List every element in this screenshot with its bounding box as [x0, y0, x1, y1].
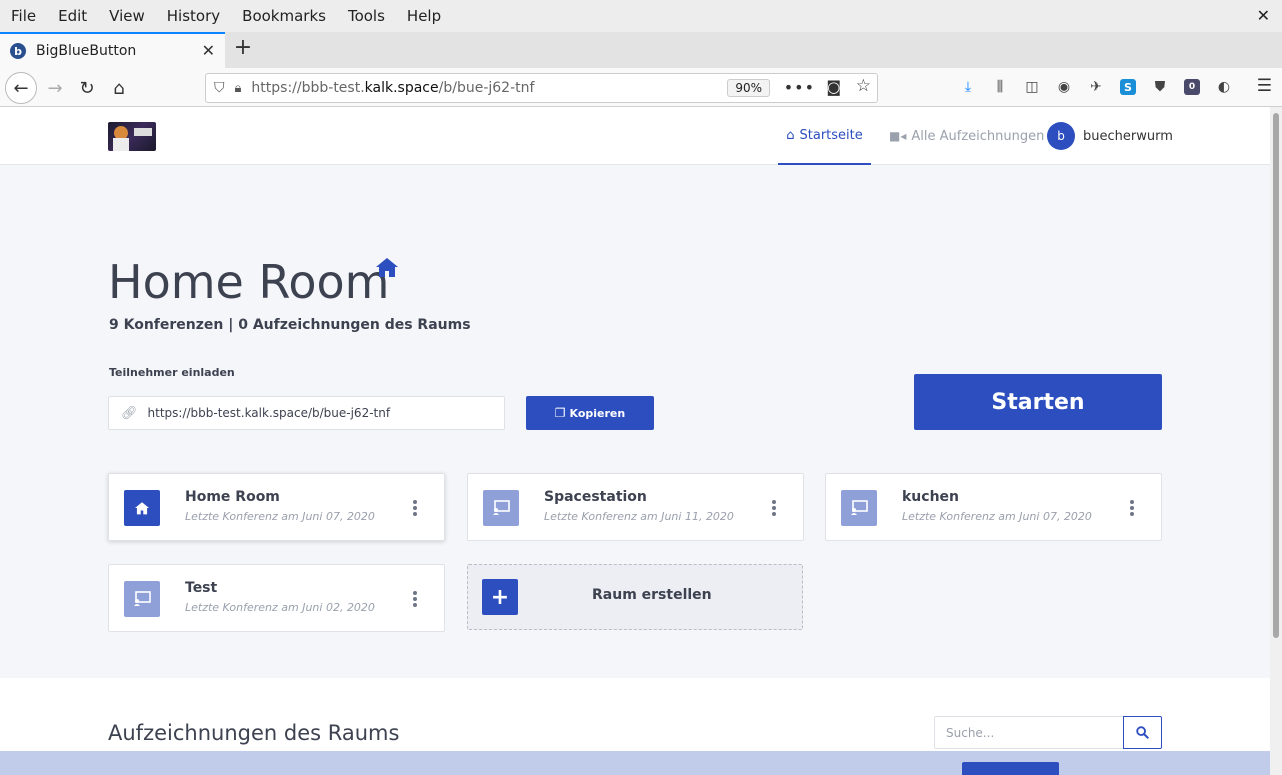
user-menu[interactable]: b buecherwurm — [1047, 122, 1173, 150]
presentation-icon — [841, 490, 877, 526]
more-options-icon[interactable] — [772, 500, 776, 516]
more-options-icon[interactable] — [413, 591, 417, 607]
reload-icon[interactable]: ↻ — [72, 73, 102, 103]
create-room-label: Raum erstellen — [592, 587, 712, 603]
copy-icon: ❐ — [554, 406, 566, 420]
link-icon: 🔗︎ — [121, 405, 138, 421]
new-tab-icon[interactable]: + — [230, 36, 256, 62]
pocket-icon[interactable]: ◙ — [826, 78, 841, 96]
cookie-accept-button[interactable] — [962, 762, 1059, 775]
start-button[interactable]: Starten — [914, 374, 1162, 430]
notification-extension-icon[interactable]: 0 — [1176, 76, 1208, 98]
room-card-spacestation[interactable]: Spacestation Letzte Konferenz am Juni 11… — [467, 473, 804, 541]
room-stats: 9 Konferenzen | 0 Aufzeichnungen des Rau… — [109, 317, 471, 333]
navigation-toolbar: ← → ↻ ⌂ ⛉ 🔒︎ https://bbb-test.kalk.space… — [0, 68, 1282, 107]
room-card-test[interactable]: Test Letzte Konferenz am Juni 02, 2020 — [108, 564, 445, 632]
nav-startseite[interactable]: ⌂ Startseite — [778, 107, 871, 165]
nav-all-recordings[interactable]: ■◂ Alle Aufzeichnungen — [889, 107, 1044, 165]
library-icon[interactable]: ⫼ — [984, 76, 1016, 98]
room-name: Home Room — [185, 489, 280, 505]
url-text[interactable]: https://bbb-test.kalk.space/b/bue-j62-tn… — [251, 80, 534, 96]
video-camera-icon: ■◂ — [889, 129, 907, 143]
menu-file[interactable]: File — [0, 0, 47, 32]
user-name: buecherwurm — [1083, 128, 1173, 144]
invite-label: Teilnehmer einladen — [109, 366, 235, 379]
page-actions-icon[interactable]: ••• — [784, 78, 815, 97]
room-last-session: Letzte Konferenz am Juni 07, 2020 — [902, 510, 1092, 523]
search-input[interactable]: Suche... — [934, 716, 1124, 749]
account-icon[interactable]: ◉ — [1048, 76, 1080, 98]
presentation-icon — [483, 490, 519, 526]
room-last-session: Letzte Konferenz am Juni 11, 2020 — [544, 510, 734, 523]
home-icon — [124, 490, 160, 526]
back-button-icon[interactable]: ← — [5, 72, 37, 104]
search-icon — [1136, 726, 1149, 739]
plus-icon: + — [482, 579, 518, 615]
zoom-level[interactable]: 90% — [727, 79, 770, 97]
home-icon[interactable]: ⌂ — [104, 73, 134, 103]
extension-icon[interactable]: ✈ — [1080, 76, 1112, 98]
more-options-icon[interactable] — [413, 500, 417, 516]
sidebar-icon[interactable]: ◫ — [1016, 76, 1048, 98]
bookmark-star-icon[interactable]: ☆ — [856, 76, 871, 96]
avatar: b — [1047, 122, 1075, 150]
menu-view[interactable]: View — [98, 0, 156, 32]
more-options-icon[interactable] — [1130, 500, 1134, 516]
cookie-banner — [0, 751, 1270, 775]
home-icon: ⌂ — [786, 127, 795, 143]
room-name: Test — [185, 580, 218, 596]
forward-button-icon[interactable]: → — [40, 73, 70, 103]
menu-bookmarks[interactable]: Bookmarks — [231, 0, 337, 32]
menu-edit[interactable]: Edit — [47, 0, 98, 32]
page-title: Home Room — [108, 255, 390, 309]
menu-help[interactable]: Help — [396, 0, 452, 32]
page-scrollbar[interactable] — [1270, 107, 1282, 775]
create-room-button[interactable]: + Raum erstellen — [467, 564, 803, 630]
tab-title: BigBlueButton — [36, 43, 137, 59]
room-name: Spacestation — [544, 489, 647, 505]
room-card-home-room[interactable]: Home Room Letzte Konferenz am Juni 07, 2… — [108, 473, 445, 541]
presentation-icon — [124, 581, 160, 617]
lock-icon[interactable]: 🔒︎ — [235, 81, 242, 96]
web-page: ⌂ Startseite ■◂ Alle Aufzeichnungen b bu… — [0, 107, 1270, 775]
toolbar-icons: ⤓ ⫼ ◫ ◉ ✈ S ⛊ 0 ◐ — [952, 76, 1240, 98]
downloads-icon[interactable]: ⤓ — [952, 76, 984, 98]
url-bar[interactable]: ⛉ 🔒︎ https://bbb-test.kalk.space/b/bue-j… — [205, 73, 878, 103]
ublock-icon[interactable]: ⛊ — [1144, 76, 1176, 98]
window-close-icon[interactable]: ✕ — [1257, 6, 1270, 25]
home-icon — [376, 258, 398, 277]
tab-strip: b BigBlueButton ✕ + — [0, 32, 1282, 68]
site-header: ⌂ Startseite ■◂ Alle Aufzeichnungen b bu… — [0, 107, 1270, 165]
scrollbar-thumb[interactable] — [1273, 113, 1279, 638]
room-name: kuchen — [902, 489, 960, 505]
bigbluebutton-favicon-icon: b — [10, 43, 26, 59]
invite-url-field[interactable]: 🔗︎ https://bbb-test.kalk.space/b/bue-j62… — [108, 396, 505, 430]
room-last-session: Letzte Konferenz am Juni 07, 2020 — [185, 510, 375, 523]
menu-tools[interactable]: Tools — [337, 0, 396, 32]
site-logo[interactable] — [108, 122, 156, 151]
skype-extension-icon[interactable]: S — [1112, 76, 1144, 98]
room-card-kuchen[interactable]: kuchen Letzte Konferenz am Juni 07, 2020 — [825, 473, 1162, 541]
copy-button[interactable]: ❐ Kopieren — [526, 396, 654, 430]
hamburger-menu-icon[interactable]: ☰ — [1257, 76, 1272, 96]
tracking-shield-icon[interactable]: ⛉ — [214, 80, 225, 96]
privacy-extension-icon[interactable]: ◐ — [1208, 76, 1240, 98]
browser-tab[interactable]: b BigBlueButton ✕ — [0, 32, 225, 68]
tab-close-icon[interactable]: ✕ — [202, 41, 215, 60]
search-button[interactable] — [1123, 716, 1162, 749]
menu-bar: File Edit View History Bookmarks Tools H… — [0, 0, 1282, 32]
menu-history[interactable]: History — [156, 0, 231, 32]
recordings-title: Aufzeichnungen des Raums — [108, 721, 400, 745]
room-last-session: Letzte Konferenz am Juni 02, 2020 — [185, 601, 375, 614]
